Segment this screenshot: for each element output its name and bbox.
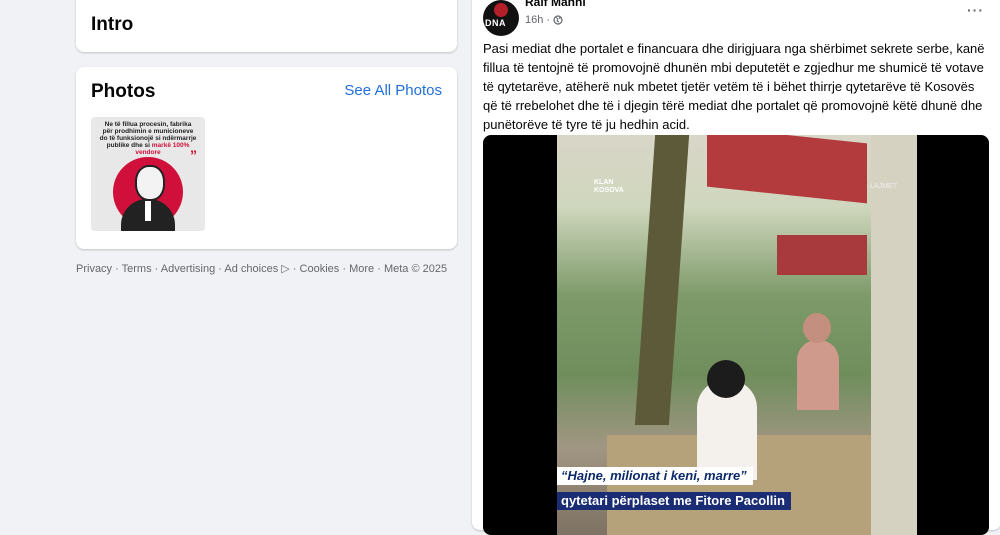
post-card: DNA Ralf Manni 16h · ··· Pasi mediat dhe… [472, 0, 1000, 535]
thumbnail-figure-shirt [145, 201, 151, 221]
quote-mark-icon: ” [190, 147, 197, 163]
footer-terms-link[interactable]: Terms [122, 263, 152, 275]
photos-card: Photos See All Photos Ne të fillua proce… [76, 67, 457, 249]
footer-copyright: Meta © 2025 [383, 263, 448, 275]
avatar-red-circle [494, 3, 508, 17]
intro-card: Intro [76, 0, 457, 52]
globe-icon [553, 15, 563, 25]
footer-links: Privacy · Terms · Advertising · Ad choic… [76, 263, 448, 275]
video-caption-subtitle: qytetari përplaset me Fitore Pacollin [557, 492, 791, 510]
footer-privacy-link[interactable]: Privacy [76, 263, 112, 275]
footer-advertising-link[interactable]: Advertising [161, 263, 215, 275]
video-frame: KLAN KOSOVA LAJMET “Hajne, milionat i ke… [557, 135, 917, 535]
post-author-name[interactable]: Ralf Manni [525, 0, 586, 9]
thumbnail-quote: Ne të fillua procesin, fabrika për prodh… [99, 121, 197, 156]
photos-title: Photos [91, 81, 156, 102]
video-corner-label: LAJMET [870, 183, 897, 190]
author-avatar[interactable]: DNA [483, 0, 519, 36]
post-time[interactable]: 16h [525, 14, 543, 26]
post-more-options-icon[interactable]: ··· [967, 2, 984, 18]
ad-choices-icon: ▷ [281, 263, 290, 275]
see-all-photos-link[interactable]: See All Photos [344, 82, 442, 99]
klan-kosova-logo: KLAN KOSOVA [594, 179, 624, 194]
post-meta: 16h · [525, 14, 563, 26]
footer-more-link[interactable]: More [349, 263, 374, 275]
footer-ad-choices-link[interactable]: Ad choices ▷ [224, 263, 289, 275]
video-caption-quote: “Hajne, milionat i keni, marre” [557, 467, 753, 485]
footer-cookies-link[interactable]: Cookies [300, 263, 340, 275]
post-video[interactable]: KLAN KOSOVA LAJMET “Hajne, milionat i ke… [483, 135, 989, 535]
thumbnail-figure-head [135, 165, 165, 201]
intro-title: Intro [91, 14, 134, 35]
post-text: Pasi mediat dhe portalet e financuara dh… [483, 41, 985, 132]
photo-thumbnail[interactable]: Ne të fillua procesin, fabrika për prodh… [91, 117, 205, 231]
